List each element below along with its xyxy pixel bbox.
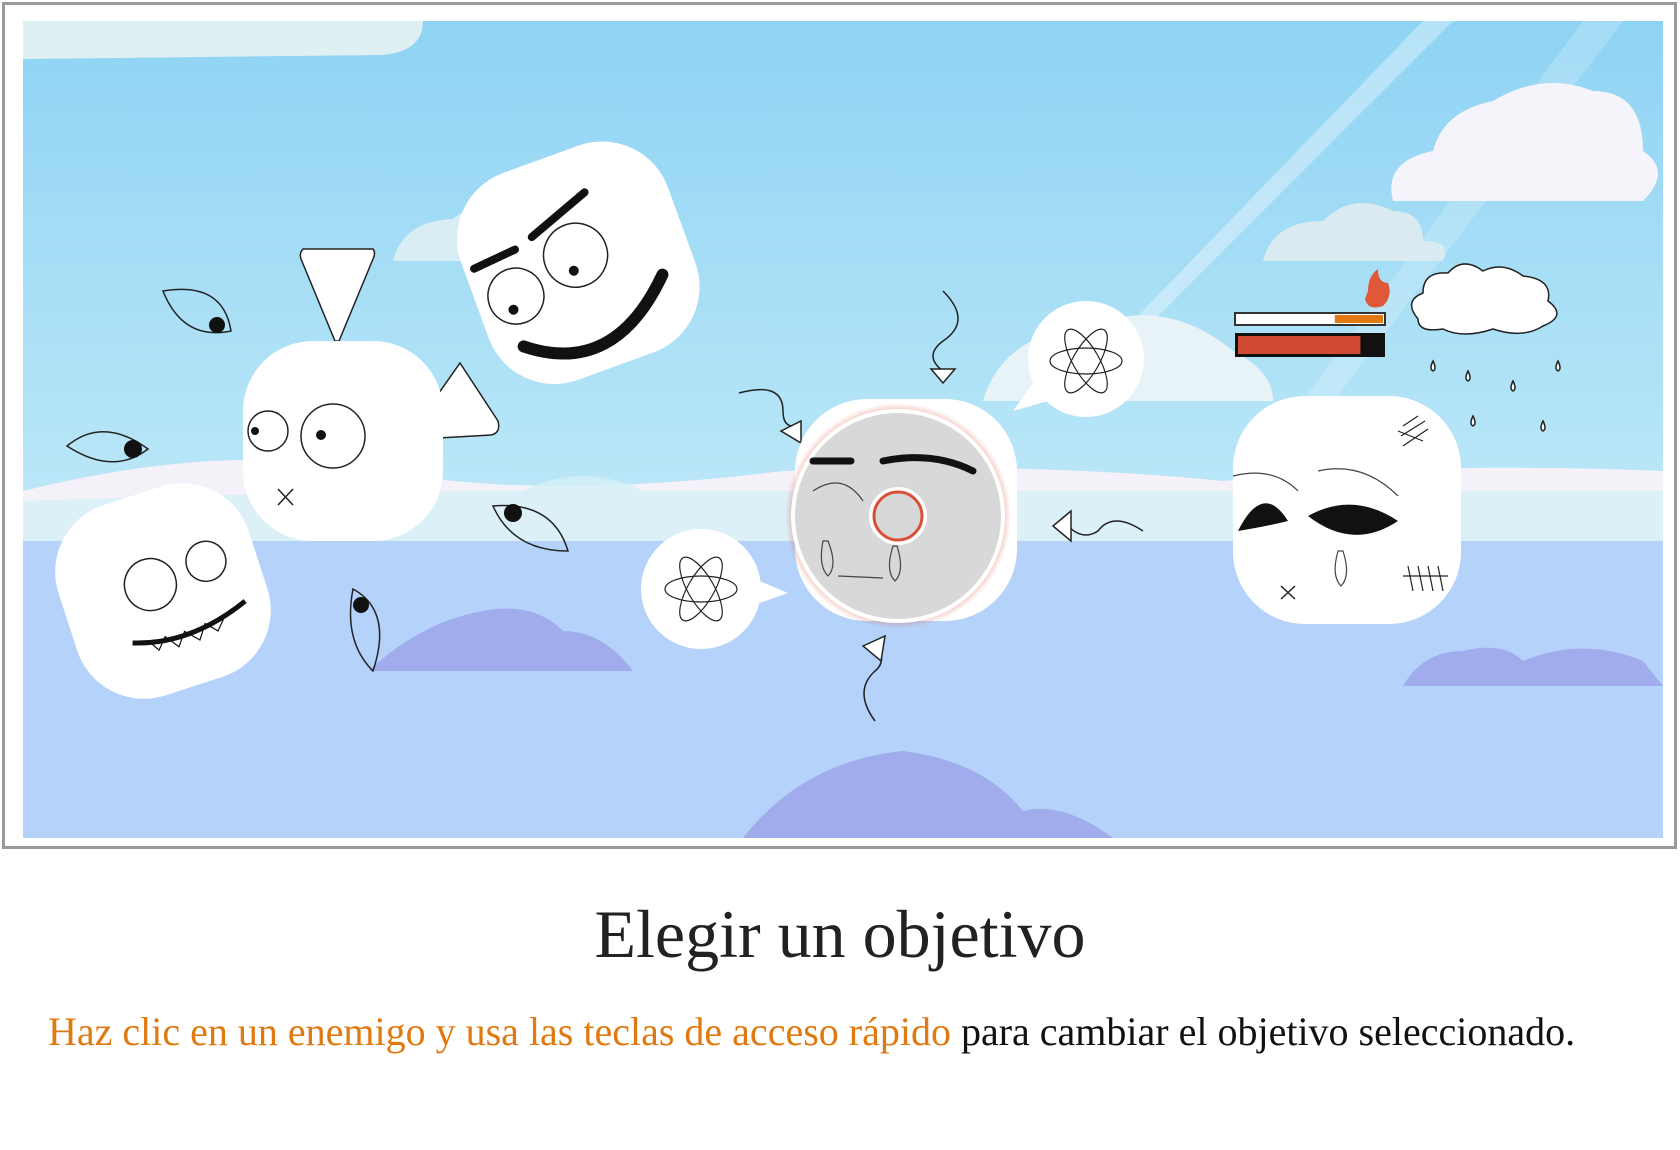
game-viewport-frame bbox=[2, 2, 1677, 849]
energy-bar-fill bbox=[1334, 315, 1383, 323]
target-ring bbox=[791, 409, 1005, 623]
crying-targeted-enemy bbox=[785, 399, 1017, 629]
instructions-highlight: Haz clic en un enemigo y usa las teclas … bbox=[48, 1009, 951, 1054]
instructions-rest: para cambiar el objetivo seleccionado. bbox=[950, 1009, 1576, 1054]
cloud bbox=[23, 21, 423, 59]
game-scene[interactable] bbox=[23, 21, 1663, 838]
instructions-text: Haz clic en un enemigo y usa las teclas … bbox=[48, 1003, 1648, 1061]
wounded-sad-enemy bbox=[1232, 396, 1461, 624]
page-title: Elegir un objetivo bbox=[594, 896, 1086, 972]
health-bar-fill bbox=[1238, 336, 1361, 354]
